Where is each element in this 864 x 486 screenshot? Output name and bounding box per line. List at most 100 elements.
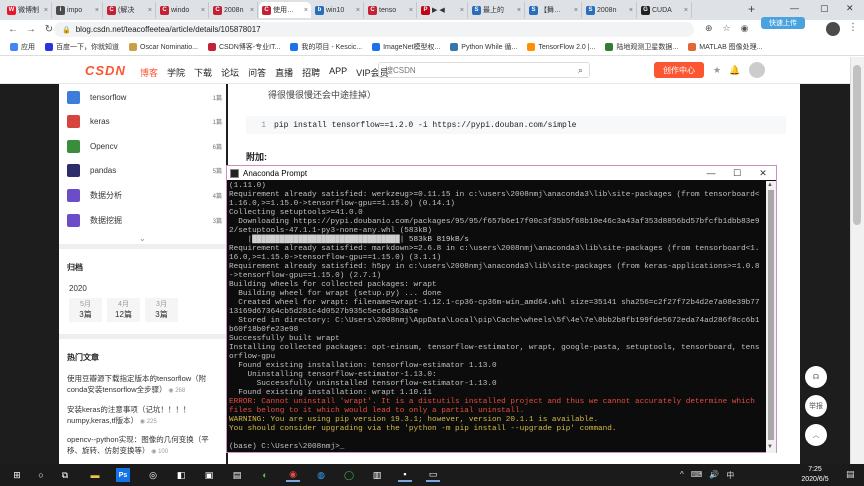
bookmark-star-icon[interactable]: ☆ bbox=[723, 23, 731, 34]
close-icon[interactable]: ✕ bbox=[750, 166, 776, 180]
store-icon[interactable]: ◧ bbox=[174, 468, 188, 482]
forward-icon[interactable]: → bbox=[26, 24, 36, 35]
quick-upload-button[interactable]: 快速上传 bbox=[761, 17, 805, 29]
photoshop-icon[interactable]: Ps bbox=[116, 468, 130, 482]
browser-tab[interactable]: i impo × bbox=[53, 2, 103, 18]
app-icon[interactable]: ▤ bbox=[230, 468, 244, 482]
create-center-button[interactable]: 创作中心 bbox=[654, 62, 704, 78]
task-view-icon[interactable]: ⧉ bbox=[58, 468, 72, 482]
bookmark-item[interactable]: 百度一下，你就知道 bbox=[45, 42, 119, 52]
sidebar-tag-item[interactable]: keras 1篇 bbox=[67, 113, 222, 131]
search-icon[interactable]: ⌕ bbox=[578, 65, 583, 76]
maximize-icon[interactable]: ☐ bbox=[724, 166, 750, 180]
terminal-scrollbar-thumb[interactable] bbox=[768, 190, 774, 440]
tab-close-icon[interactable]: × bbox=[409, 7, 413, 14]
chrome-icon[interactable]: ◉ bbox=[286, 468, 300, 482]
app-icon[interactable]: ◎ bbox=[146, 468, 160, 482]
wechat-icon[interactable]: ◐ bbox=[258, 468, 272, 482]
bell-icon[interactable]: 🔔 bbox=[729, 65, 740, 76]
browser-menu-icon[interactable]: ⋮ bbox=[848, 22, 858, 33]
anaconda-prompt-window[interactable]: Anaconda Prompt — ☐ ✕ (1.11.0) Requiremen… bbox=[226, 165, 777, 453]
profile-avatar[interactable] bbox=[826, 22, 840, 36]
page-scrollbar-thumb[interactable] bbox=[853, 65, 861, 225]
csdn-search-input[interactable]: 搜CSDN ⌕ bbox=[378, 62, 590, 78]
favorite-icon[interactable]: ★ bbox=[713, 65, 721, 76]
bookmark-item[interactable]: MATLAB 图像处理... bbox=[688, 42, 763, 52]
extension-icon[interactable]: ◉ bbox=[741, 23, 749, 34]
browser-tab[interactable]: S 【舞… × bbox=[526, 2, 582, 18]
browser-tab[interactable]: S 最上的 × bbox=[469, 2, 525, 18]
terminal-output[interactable]: (1.11.0) Requirement already satisfied: w… bbox=[229, 182, 765, 452]
sidebar-tag-item[interactable]: tensorflow 1篇 bbox=[67, 88, 222, 106]
nav-item[interactable]: 论坛 bbox=[221, 66, 239, 79]
browser-icon[interactable]: ◍ bbox=[314, 468, 328, 482]
minimize-icon[interactable]: — bbox=[698, 166, 724, 180]
browser-tab[interactable]: Ctenso × bbox=[365, 2, 417, 18]
tab-close-icon[interactable]: × bbox=[574, 7, 578, 14]
tray-icon[interactable]: ⌨ bbox=[691, 470, 703, 481]
tab-close-icon[interactable]: × bbox=[304, 7, 308, 14]
sidebar-tag-item[interactable]: 数据分析 4篇 bbox=[67, 186, 222, 204]
csdn-logo[interactable]: CSDN bbox=[85, 63, 126, 78]
user-avatar[interactable] bbox=[749, 62, 765, 78]
reload-icon[interactable]: ↻ bbox=[44, 24, 54, 35]
sidebar-tag-item[interactable]: pandas 5篇 bbox=[67, 162, 222, 180]
url-input[interactable]: 🔒 blog.csdn.net/teacoffeetea/article/det… bbox=[54, 22, 694, 37]
sidebar-tag-item[interactable]: 数据挖掘 3篇 bbox=[67, 211, 222, 229]
archive-month[interactable]: 3月 3篇 bbox=[145, 298, 178, 322]
archive-month[interactable]: 4月 12篇 bbox=[107, 298, 140, 322]
tab-close-icon[interactable]: × bbox=[148, 7, 152, 14]
browser-tab[interactable]: C 使用… × bbox=[259, 2, 311, 18]
minimize-icon[interactable]: — bbox=[790, 3, 799, 13]
anaconda-prompt-taskbar-icon[interactable]: ▪ bbox=[398, 468, 412, 482]
translate-icon[interactable]: ⊕ bbox=[705, 23, 713, 34]
browser-tab[interactable]: b win10 × bbox=[312, 2, 364, 18]
nav-item[interactable]: 学院 bbox=[167, 66, 185, 79]
tab-close-icon[interactable]: × bbox=[684, 7, 688, 14]
bookmark-item[interactable]: TensorFlow 2.0 |... bbox=[527, 43, 595, 51]
browser-tab[interactable]: C (解决 × bbox=[104, 2, 156, 18]
expand-chevron-icon[interactable]: ⌄ bbox=[139, 234, 146, 243]
bookmark-item[interactable]: Oscar Nominatio... bbox=[129, 43, 198, 51]
browser-tab[interactable]: S 2008n × bbox=[583, 2, 637, 18]
bookmark-item[interactable]: ImageNet模型权... bbox=[372, 42, 440, 52]
tray-icon[interactable]: 中 bbox=[726, 470, 734, 481]
taskbar-clock[interactable]: 7:25 2020/6/5 bbox=[790, 465, 840, 485]
browser-tab[interactable]: Cwindo × bbox=[157, 2, 209, 18]
hot-article-link[interactable]: 安装keras的注意事项（记坑！！！！numpy,keras,tf版本） ◉ 2… bbox=[67, 404, 219, 428]
bookmark-item[interactable]: Python While 循... bbox=[450, 42, 517, 52]
app-icon[interactable]: ▥ bbox=[370, 468, 384, 482]
search-icon[interactable]: ○ bbox=[34, 468, 48, 482]
nav-item[interactable]: 招聘 bbox=[302, 66, 320, 79]
tab-close-icon[interactable]: × bbox=[250, 7, 254, 14]
sidebar-tag-item[interactable]: Opencv 6篇 bbox=[67, 137, 222, 155]
maximize-icon[interactable]: ▢ bbox=[820, 3, 829, 14]
browser-tab[interactable]: W 微博制 × bbox=[4, 2, 52, 18]
tab-close-icon[interactable]: × bbox=[201, 7, 205, 14]
wechat-work-icon[interactable]: ▣ bbox=[202, 468, 216, 482]
browser-tab[interactable]: C 2008n × bbox=[210, 2, 258, 18]
tab-close-icon[interactable]: × bbox=[460, 7, 464, 14]
tab-close-icon[interactable]: × bbox=[95, 7, 99, 14]
folder-icon[interactable]: ▬ bbox=[88, 468, 102, 482]
back-to-top-icon[interactable]: ︿ bbox=[805, 424, 827, 446]
report-button[interactable]: 举报 bbox=[805, 395, 827, 417]
nav-item[interactable]: 下载 bbox=[194, 66, 212, 79]
nav-item[interactable]: 直播 bbox=[275, 66, 293, 79]
browser-tab[interactable]: G CUDA × bbox=[638, 2, 692, 18]
browser-tab[interactable]: P ▶ ◀ × bbox=[418, 2, 468, 18]
back-icon[interactable]: ← bbox=[8, 24, 18, 35]
hot-article-link[interactable]: 使用豆瓣源下载指定版本的tensorflow（附conda安装tensorflo… bbox=[67, 373, 219, 397]
nav-item[interactable]: 博客 bbox=[140, 66, 158, 79]
bookmark-item[interactable]: 我的项目 - Kescic... bbox=[290, 42, 362, 52]
nav-item[interactable]: APP bbox=[329, 66, 347, 79]
green-app-icon[interactable]: ◯ bbox=[342, 468, 356, 482]
tray-icon[interactable]: ^ bbox=[680, 470, 684, 481]
window-titlebar[interactable]: Anaconda Prompt — ☐ ✕ bbox=[227, 166, 776, 180]
tray-icon[interactable]: 🔊 bbox=[709, 470, 719, 481]
scroll-down-icon[interactable]: ▼ bbox=[767, 444, 773, 450]
customer-service-icon[interactable]: ☊ bbox=[805, 366, 827, 388]
tab-close-icon[interactable]: × bbox=[629, 7, 633, 14]
tab-close-icon[interactable]: × bbox=[356, 7, 360, 14]
scroll-up-icon[interactable]: ▲ bbox=[767, 182, 773, 188]
